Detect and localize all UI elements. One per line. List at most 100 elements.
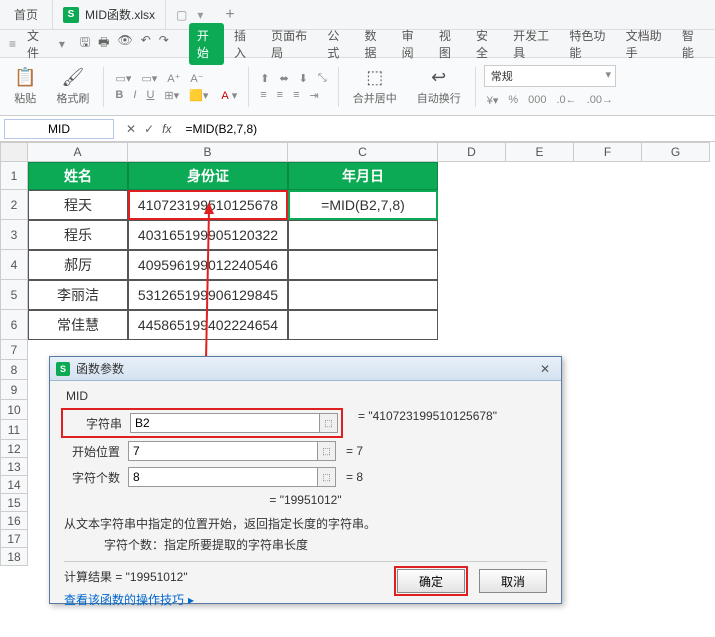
col-header[interactable]: G [642, 142, 710, 162]
tab-dochelp[interactable]: 文档助手 [618, 23, 672, 65]
cell[interactable]: 445865199402224654 [128, 310, 288, 340]
align-center[interactable]: ≡ [274, 88, 286, 103]
bold-button[interactable]: B [112, 88, 126, 103]
row-header[interactable]: 12 [0, 440, 28, 458]
save-icon[interactable]: 🖫 [80, 33, 90, 54]
cell[interactable] [288, 250, 438, 280]
format-painter[interactable]: 🖌 格式刷 [50, 67, 95, 106]
row-header[interactable]: 15 [0, 494, 28, 512]
header-id[interactable]: 身份证 [128, 162, 288, 190]
tab-special[interactable]: 特色功能 [561, 23, 615, 65]
ok-button[interactable]: 确定 [397, 569, 465, 593]
cell[interactable] [288, 220, 438, 250]
row-header[interactable]: 1 [0, 162, 28, 190]
percent[interactable]: % [505, 93, 521, 108]
cell[interactable]: 李丽洁 [28, 280, 128, 310]
italic-button[interactable]: I [130, 88, 139, 103]
name-box[interactable] [4, 119, 114, 139]
ref-select-icon[interactable]: ⬚ [318, 467, 336, 487]
dec-inc[interactable]: .0← [553, 93, 579, 108]
home-tab[interactable]: 首页 [0, 0, 53, 29]
align-bot[interactable]: ⬇ [296, 71, 311, 86]
tab-start[interactable]: 开始 [189, 23, 224, 65]
tab-view[interactable]: 视图 [431, 23, 466, 65]
underline-button[interactable]: U [143, 88, 157, 103]
file-menu[interactable]: 文件 [23, 27, 52, 61]
currency[interactable]: ¥▾ [484, 93, 502, 108]
fx-icon[interactable]: fx [162, 122, 171, 136]
header-name[interactable]: 姓名 [28, 162, 128, 190]
row-header[interactable]: 3 [0, 220, 28, 250]
tab-formula[interactable]: 公式 [319, 23, 354, 65]
print-icon[interactable]: 🖶 [98, 33, 109, 54]
accept-formula-icon[interactable]: ✓ [144, 122, 154, 136]
merge-group[interactable]: ⬚ 合并居中 [347, 67, 403, 106]
increase-font[interactable]: A⁺ [164, 71, 183, 86]
ref-select-icon[interactable]: ⬚ [318, 441, 336, 461]
tab-review[interactable]: 审阅 [394, 23, 429, 65]
cell[interactable]: 409596199012240546 [128, 250, 288, 280]
col-header[interactable]: F [574, 142, 642, 162]
col-header[interactable]: D [438, 142, 506, 162]
border-button[interactable]: ⊞▾ [161, 88, 182, 103]
undo-icon[interactable]: ↶ [141, 33, 151, 54]
cell[interactable] [288, 280, 438, 310]
tab-data[interactable]: 数据 [357, 23, 392, 65]
orient[interactable]: ⤡ [315, 71, 330, 86]
cancel-formula-icon[interactable]: ✕ [126, 122, 136, 136]
param3-input[interactable] [128, 467, 318, 487]
row-header[interactable]: 11 [0, 420, 28, 440]
col-header[interactable]: B [128, 142, 288, 162]
row-header[interactable]: 13 [0, 458, 28, 476]
row-header[interactable]: 10 [0, 400, 28, 420]
cell[interactable]: 程天 [28, 190, 128, 220]
font-color[interactable]: A▾ [215, 88, 240, 103]
close-icon[interactable]: ✕ [535, 362, 555, 376]
align-top[interactable]: ⬆ [257, 71, 272, 86]
redo-icon[interactable]: ↷ [159, 33, 169, 54]
select-all-corner[interactable] [0, 142, 28, 162]
font-dropdown[interactable]: ▭▾ [112, 71, 134, 86]
row-header[interactable]: 9 [0, 380, 28, 400]
tab-dev[interactable]: 开发工具 [505, 23, 559, 65]
menu-icon[interactable]: ≡ [6, 35, 19, 53]
cell[interactable] [288, 310, 438, 340]
comma[interactable]: 000 [525, 93, 549, 108]
tab-security[interactable]: 安全 [468, 23, 503, 65]
row-header[interactable]: 8 [0, 360, 28, 380]
chevron-down-icon[interactable]: ▾ [56, 35, 68, 53]
col-header[interactable]: C [288, 142, 438, 162]
col-header[interactable]: E [506, 142, 574, 162]
help-link[interactable]: 查看该函数的操作技巧 ▸ [64, 591, 194, 608]
row-header[interactable]: 6 [0, 310, 28, 340]
cell[interactable]: 常佳慧 [28, 310, 128, 340]
ref-select-icon[interactable]: ⬚ [320, 413, 338, 433]
active-cell[interactable]: =MID(B2,7,8) [288, 190, 438, 220]
wrap-group[interactable]: ↩ 自动换行 [411, 67, 467, 106]
row-header[interactable]: 2 [0, 190, 28, 220]
size-dropdown[interactable]: ▭▾ [138, 71, 160, 86]
preview-icon[interactable]: 👁 [117, 33, 132, 54]
col-header[interactable]: A [28, 142, 128, 162]
align-mid[interactable]: ⬌ [276, 71, 291, 86]
indent[interactable]: ⇥ [307, 88, 322, 103]
file-tab[interactable]: S MID函数.xlsx [53, 0, 166, 29]
row-header[interactable]: 7 [0, 340, 28, 360]
number-format[interactable]: 常规 [484, 65, 616, 87]
tab-insert[interactable]: 插入 [226, 23, 261, 65]
cell[interactable]: 程乐 [28, 220, 128, 250]
align-right[interactable]: ≡ [290, 88, 302, 103]
cancel-button[interactable]: 取消 [479, 569, 547, 593]
cell[interactable]: 郝厉 [28, 250, 128, 280]
param2-input[interactable] [128, 441, 318, 461]
row-header[interactable]: 17 [0, 530, 28, 548]
cell[interactable]: 531265199906129845 [128, 280, 288, 310]
cell[interactable]: 403165199905120322 [128, 220, 288, 250]
decrease-font[interactable]: A⁻ [187, 71, 206, 86]
row-header[interactable]: 16 [0, 512, 28, 530]
param1-input[interactable] [130, 413, 320, 433]
cell-b2[interactable]: 410723199510125678 [128, 190, 288, 220]
row-header[interactable]: 14 [0, 476, 28, 494]
formula-input[interactable] [179, 120, 715, 138]
new-tab-button[interactable]: + [213, 6, 246, 24]
